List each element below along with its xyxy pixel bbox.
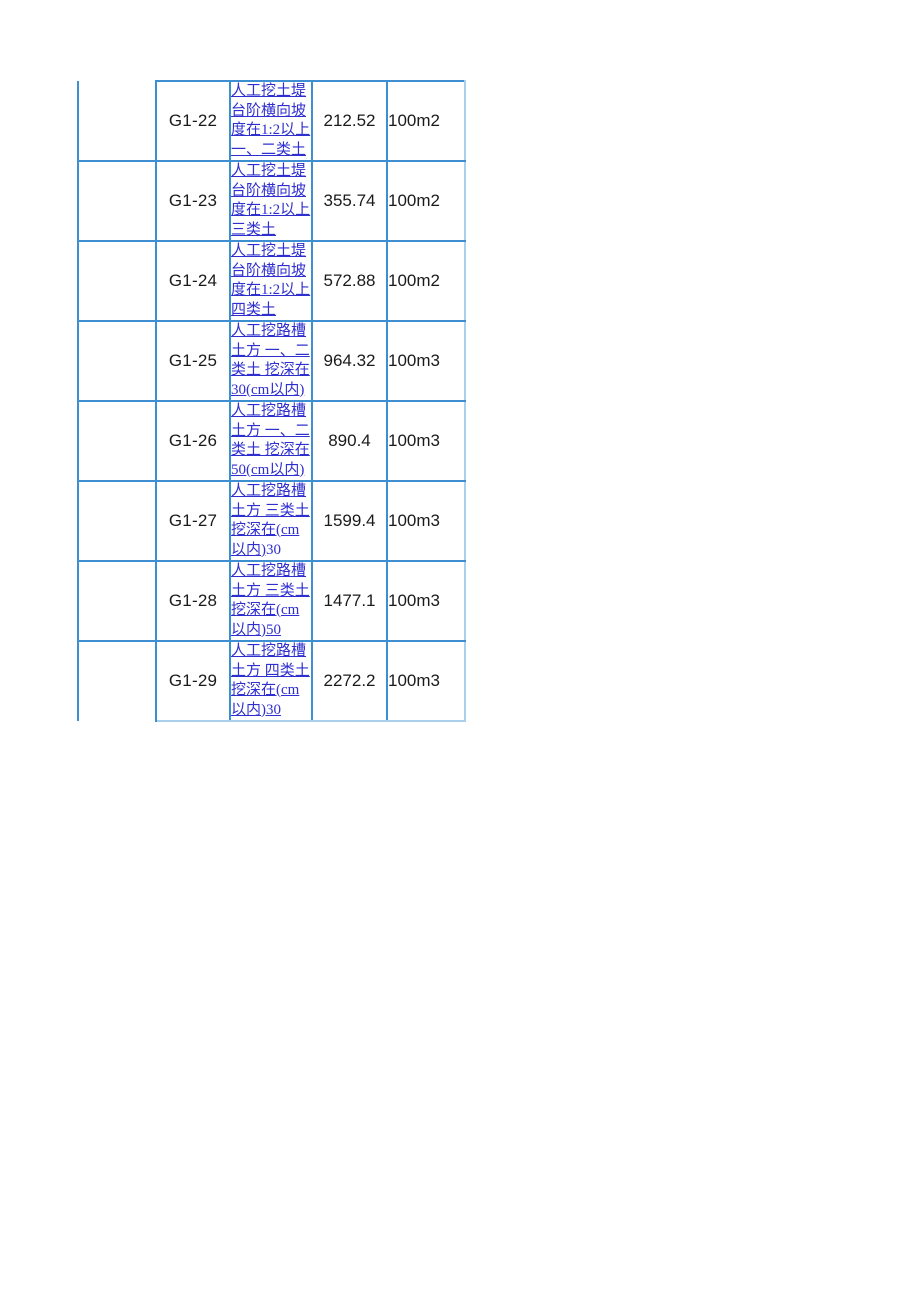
description-segment[interactable]: 人工挖土堤台阶横向坡度在1:2以上 三类土 [231, 163, 310, 238]
quantity-cell: 1599.4 [311, 480, 388, 562]
row-fill-cell [77, 641, 157, 721]
description-link[interactable]: 人工挖土堤台阶横向坡度在1:2以上 四类土 [231, 242, 311, 320]
description-link[interactable]: 人工挖路槽土方 三类土 挖深在(cm以内)30 [231, 482, 311, 560]
quota-code-cell: G1-27 [155, 480, 231, 562]
description-segment[interactable]: 30 [266, 702, 281, 718]
description-link[interactable]: 人工挖路槽土方 四类土 挖深在(cm以内)30 [231, 642, 311, 720]
row-fill-cell [77, 240, 157, 322]
quota-code-cell: G1-29 [155, 640, 231, 722]
table-row: G1-26 人工挖路槽土方 一、二类土 挖深在50(cm以内) 890.4 100m3 [77, 400, 466, 482]
description-cell[interactable]: 人工挖路槽土方 四类土 挖深在(cm以内)30 [229, 640, 313, 722]
row-fill-cell [77, 81, 157, 161]
document-page: G1-22 人工挖土堤台阶横向坡度在1:2以上 一、二类土 212.52 100m2 G… [0, 0, 920, 1301]
quantity-cell: 1477.1 [311, 560, 388, 642]
row-fill-cell [77, 320, 157, 402]
description-cell[interactable]: 人工挖路槽土方 一、二类土 挖深在 30(cm以内) [229, 320, 313, 402]
description-link[interactable]: 人工挖路槽土方 三类土 挖深在(cm以内)50 [231, 562, 311, 640]
description-segment[interactable]: 人工挖路槽土方 一、二类土 挖深在50(cm以内) [231, 403, 310, 478]
unit-cell: 100m2 [386, 80, 466, 162]
description-segment[interactable]: 人工挖土堤台阶横向坡度在1:2以上 四类土 [231, 243, 310, 318]
table-body: G1-22 人工挖土堤台阶横向坡度在1:2以上 一、二类土 212.52 100m2 G… [77, 80, 466, 722]
description-cell[interactable]: 人工挖土堤台阶横向坡度在1:2以上 一、二类土 [229, 80, 313, 162]
quota-code-cell: G1-26 [155, 400, 231, 482]
quota-code-cell: G1-22 [155, 80, 231, 162]
unit-cell: 100m3 [386, 560, 466, 642]
quota-code-cell: G1-24 [155, 240, 231, 322]
description-segment[interactable]: 30 [266, 542, 281, 558]
unit-cell: 100m3 [386, 320, 466, 402]
description-cell[interactable]: 人工挖路槽土方 三类土 挖深在(cm以内)50 [229, 560, 313, 642]
quantity-cell: 964.32 [311, 320, 388, 402]
description-link[interactable]: 人工挖土堤台阶横向坡度在1:2以上 一、二类土 [231, 82, 311, 160]
table-row: G1-23 人工挖土堤台阶横向坡度在1:2以上 三类土 355.74 100m2 [77, 160, 466, 242]
unit-cell: 100m3 [386, 640, 466, 722]
description-segment[interactable]: 人工挖土堤台阶横向坡度在1:2以上 一、二类土 [231, 83, 310, 158]
row-fill-cell [77, 400, 157, 482]
description-link[interactable]: 人工挖路槽土方 一、二类土 挖深在50(cm以内) [231, 402, 311, 480]
row-fill-cell [77, 160, 157, 242]
unit-cell: 100m2 [386, 240, 466, 322]
quota-code-cell: G1-25 [155, 320, 231, 402]
row-fill-cell [77, 480, 157, 562]
quantity-cell: 2272.2 [311, 640, 388, 722]
table-row: G1-27 人工挖路槽土方 三类土 挖深在(cm以内)30 1599.4 100m3 [77, 480, 466, 562]
quantity-cell: 572.88 [311, 240, 388, 322]
description-link[interactable]: 人工挖路槽土方 一、二类土 挖深在 30(cm以内) [231, 322, 311, 400]
construction-quota-price-table: G1-22 人工挖土堤台阶横向坡度在1:2以上 一、二类土 212.52 100m2 G… [77, 80, 466, 722]
table-row: G1-22 人工挖土堤台阶横向坡度在1:2以上 一、二类土 212.52 100m2 [77, 80, 466, 162]
description-cell[interactable]: 人工挖土堤台阶横向坡度在1:2以上 四类土 [229, 240, 313, 322]
description-segment[interactable]: 人工挖路槽土方 一、二类土 挖深在 30(cm以内) [231, 323, 310, 398]
quantity-cell: 212.52 [311, 80, 388, 162]
description-cell[interactable]: 人工挖土堤台阶横向坡度在1:2以上 三类土 [229, 160, 313, 242]
table-row: G1-24 人工挖土堤台阶横向坡度在1:2以上 四类土 572.88 100m2 [77, 240, 466, 322]
row-fill-cell [77, 560, 157, 642]
unit-cell: 100m3 [386, 480, 466, 562]
table-row: G1-28 人工挖路槽土方 三类土 挖深在(cm以内)50 1477.1 100m3 [77, 560, 466, 642]
quota-code-cell: G1-28 [155, 560, 231, 642]
unit-cell: 100m2 [386, 160, 466, 242]
quantity-cell: 355.74 [311, 160, 388, 242]
quantity-cell: 890.4 [311, 400, 388, 482]
description-cell[interactable]: 人工挖路槽土方 一、二类土 挖深在50(cm以内) [229, 400, 313, 482]
description-segment[interactable]: 50 [266, 622, 281, 638]
table-row: G1-29 人工挖路槽土方 四类土 挖深在(cm以内)30 2272.2 100m3 [77, 640, 466, 722]
quota-code-cell: G1-23 [155, 160, 231, 242]
description-link[interactable]: 人工挖土堤台阶横向坡度在1:2以上 三类土 [231, 162, 311, 240]
table-row: G1-25 人工挖路槽土方 一、二类土 挖深在 30(cm以内) 964.32 100… [77, 320, 466, 402]
description-cell[interactable]: 人工挖路槽土方 三类土 挖深在(cm以内)30 [229, 480, 313, 562]
unit-cell: 100m3 [386, 400, 466, 482]
